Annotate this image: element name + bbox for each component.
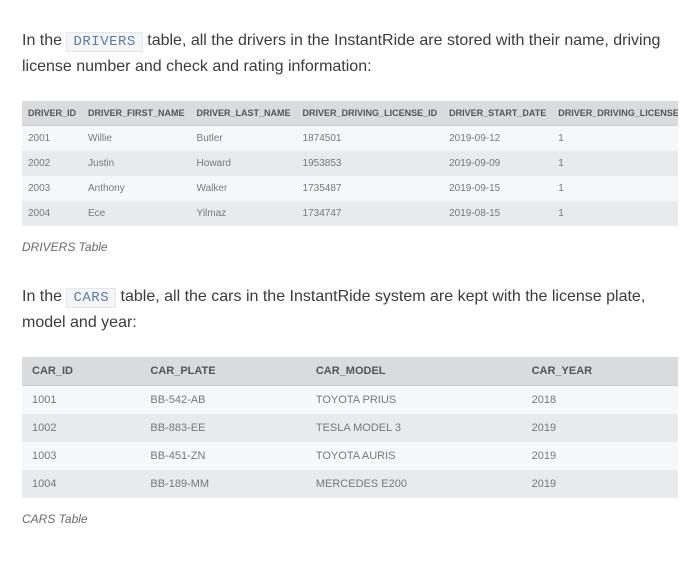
cell: 1 bbox=[552, 201, 678, 226]
cell: TESLA MODEL 3 bbox=[306, 414, 522, 442]
cell: 2018 bbox=[522, 386, 678, 415]
cell: 1734747 bbox=[297, 201, 444, 226]
table-row: 2001WillieButler18745012019-09-1214.4 bbox=[22, 126, 678, 152]
drivers-body: 2001WillieButler18745012019-09-1214.4200… bbox=[22, 126, 678, 227]
cell: BB-451-ZN bbox=[140, 442, 305, 470]
col-header: CAR_MODEL bbox=[306, 357, 522, 386]
col-header: DRIVER_DRIVING_LICENSE_CHECKED bbox=[552, 101, 678, 126]
col-header: DRIVER_LAST_NAME bbox=[191, 101, 297, 126]
col-header: DRIVER_ID bbox=[22, 101, 82, 126]
cars-table-caption: CARS Table bbox=[22, 512, 678, 526]
drivers-code-tag: DRIVERS bbox=[66, 32, 142, 52]
cell: Justin bbox=[82, 151, 191, 176]
cell: BB-542-AB bbox=[140, 386, 305, 415]
cell: 2019 bbox=[522, 442, 678, 470]
drivers-table-wrap: DRIVER_ID DRIVER_FIRST_NAME DRIVER_LAST_… bbox=[22, 101, 678, 226]
table-row: 2004EceYilmaz17347472019-08-1510 bbox=[22, 201, 678, 226]
cell: 2019-08-15 bbox=[443, 201, 552, 226]
cell: 1003 bbox=[22, 442, 140, 470]
cell: 2002 bbox=[22, 151, 82, 176]
cell: 2019 bbox=[522, 414, 678, 442]
cell: 2019-09-12 bbox=[443, 126, 552, 152]
cell: Butler bbox=[191, 126, 297, 152]
table-row: 2003AnthonyWalker17354872019-09-1513.5 bbox=[22, 176, 678, 201]
text: In the bbox=[22, 32, 66, 49]
drivers-header-row: DRIVER_ID DRIVER_FIRST_NAME DRIVER_LAST_… bbox=[22, 101, 678, 126]
cell: 2004 bbox=[22, 201, 82, 226]
drivers-table: DRIVER_ID DRIVER_FIRST_NAME DRIVER_LAST_… bbox=[22, 101, 678, 226]
cell: BB-189-MM bbox=[140, 470, 305, 498]
cell: BB-883-EE bbox=[140, 414, 305, 442]
text: table, all the cars in the InstantRide s… bbox=[22, 288, 645, 331]
cell: Howard bbox=[191, 151, 297, 176]
cell: 2019 bbox=[522, 470, 678, 498]
cell: Ece bbox=[82, 201, 191, 226]
table-row: 1004BB-189-MMMERCEDES E2002019 bbox=[22, 470, 678, 498]
cell: 2019-09-09 bbox=[443, 151, 552, 176]
cell: 1874501 bbox=[297, 126, 444, 152]
col-header: DRIVER_FIRST_NAME bbox=[82, 101, 191, 126]
col-header: CAR_ID bbox=[22, 357, 140, 386]
cell: 1002 bbox=[22, 414, 140, 442]
table-row: 1003BB-451-ZNTOYOTA AURIS2019 bbox=[22, 442, 678, 470]
cell: 1953853 bbox=[297, 151, 444, 176]
table-row: 1001BB-542-ABTOYOTA PRIUS2018 bbox=[22, 386, 678, 415]
cell: 1 bbox=[552, 126, 678, 152]
cell: Anthony bbox=[82, 176, 191, 201]
table-row: 2002JustinHoward19538532019-09-0914.8 bbox=[22, 151, 678, 176]
cell: 1 bbox=[552, 151, 678, 176]
cell: TOYOTA PRIUS bbox=[306, 386, 522, 415]
col-header: DRIVER_DRIVING_LICENSE_ID bbox=[297, 101, 444, 126]
cell: 1 bbox=[552, 176, 678, 201]
col-header: CAR_YEAR bbox=[522, 357, 678, 386]
cars-table: CAR_ID CAR_PLATE CAR_MODEL CAR_YEAR 1001… bbox=[22, 357, 678, 498]
cell: 1004 bbox=[22, 470, 140, 498]
cell: 1735487 bbox=[297, 176, 444, 201]
cell: Yilmaz bbox=[191, 201, 297, 226]
text: In the bbox=[22, 288, 66, 305]
cell: 1001 bbox=[22, 386, 140, 415]
cell: 2001 bbox=[22, 126, 82, 152]
cars-table-wrap: CAR_ID CAR_PLATE CAR_MODEL CAR_YEAR 1001… bbox=[22, 357, 678, 498]
cars-body: 1001BB-542-ABTOYOTA PRIUS20181002BB-883-… bbox=[22, 386, 678, 499]
cell: 2003 bbox=[22, 176, 82, 201]
cell: Walker bbox=[191, 176, 297, 201]
cell: TOYOTA AURIS bbox=[306, 442, 522, 470]
cars-description: In the CARS table, all the cars in the I… bbox=[22, 284, 678, 335]
table-row: 1002BB-883-EETESLA MODEL 32019 bbox=[22, 414, 678, 442]
col-header: DRIVER_START_DATE bbox=[443, 101, 552, 126]
cars-code-tag: CARS bbox=[66, 288, 116, 308]
cell: Willie bbox=[82, 126, 191, 152]
drivers-description: In the DRIVERS table, all the drivers in… bbox=[22, 28, 678, 79]
cell: 2019-09-15 bbox=[443, 176, 552, 201]
cars-header-row: CAR_ID CAR_PLATE CAR_MODEL CAR_YEAR bbox=[22, 357, 678, 386]
drivers-table-caption: DRIVERS Table bbox=[22, 240, 678, 254]
cell: MERCEDES E200 bbox=[306, 470, 522, 498]
col-header: CAR_PLATE bbox=[140, 357, 305, 386]
